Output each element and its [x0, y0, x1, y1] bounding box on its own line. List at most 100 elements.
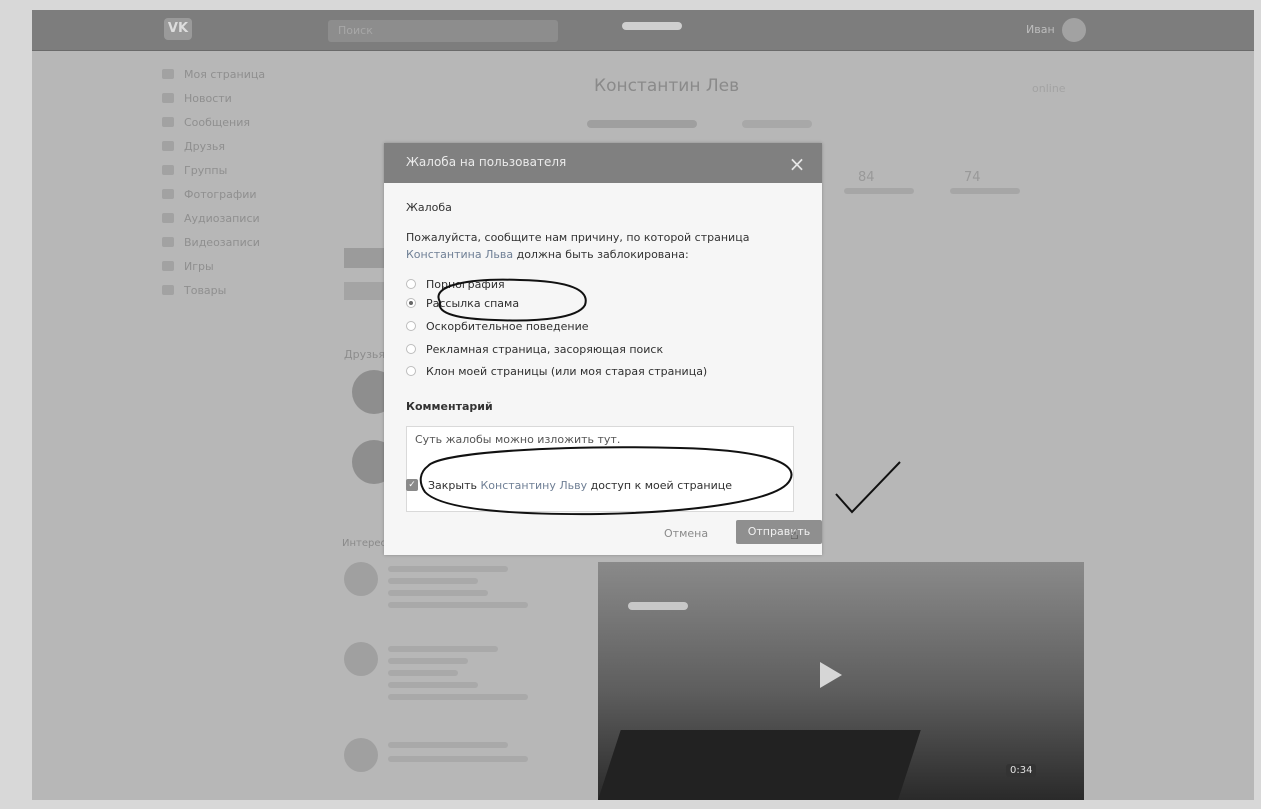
games-icon — [162, 261, 174, 271]
sidebar-item-photos[interactable]: Фотографии — [162, 182, 332, 206]
search-input[interactable]: Поиск — [328, 20, 558, 42]
stat-number[interactable]: 84 — [858, 170, 875, 185]
group-name — [388, 590, 488, 596]
group-name — [388, 694, 528, 700]
home-icon — [162, 69, 174, 79]
send-button[interactable]: Отправить — [736, 520, 822, 544]
radio-button[interactable] — [406, 321, 416, 331]
comment-textarea[interactable]: Суть жалобы можно изложить тут. — [406, 426, 794, 512]
option-label: Оскорбительное поведение — [426, 319, 589, 333]
radio-button[interactable] — [406, 366, 416, 376]
group-name — [388, 658, 468, 664]
group-name — [388, 566, 508, 572]
profile-link[interactable]: Константину Льву — [481, 479, 588, 492]
sidebar-item-label: Видеозаписи — [184, 235, 260, 249]
group-name — [388, 578, 478, 584]
notification-icon[interactable] — [622, 22, 682, 30]
vk-logo[interactable]: VK — [164, 18, 192, 40]
sidebar-item-label: Моя страница — [184, 67, 266, 81]
comment-text: Суть жалобы можно изложить тут. — [415, 433, 621, 446]
group-name — [388, 646, 498, 652]
profile-status: online — [1032, 82, 1066, 95]
group-avatar — [344, 562, 378, 596]
stat-label — [950, 188, 1020, 194]
sidebar-item-label: Друзья — [184, 139, 226, 153]
sidebar-item-label: Фотографии — [184, 187, 257, 201]
stat-label — [844, 188, 914, 194]
option-label: Рекламная страница, засоряющая поиск — [426, 342, 664, 356]
sidebar-item-label: Сообщения — [184, 115, 251, 129]
sidebar-item-my-page[interactable]: Моя страница — [162, 62, 332, 86]
reason-option-advertising[interactable]: Рекламная страница, засоряющая поиск — [406, 340, 663, 358]
profile-link[interactable]: Константина Льва — [406, 248, 513, 261]
video-overlay-mark — [628, 602, 688, 610]
option-label: Порнография — [426, 277, 505, 291]
complaint-prompt: Пожалуйста, сообщите нам причину, по кот… — [406, 229, 806, 263]
reason-option-pornography[interactable]: Порнография — [406, 275, 505, 293]
sidebar-item-messages[interactable]: Сообщения — [162, 110, 332, 134]
video-icon — [162, 237, 174, 247]
complaint-section-label: Жалоба — [406, 201, 452, 214]
sidebar-item-label: Игры — [184, 259, 214, 273]
option-label: Клон моей страницы (или моя старая стран… — [426, 364, 708, 378]
photo-icon — [162, 189, 174, 199]
avatar[interactable] — [1062, 18, 1086, 42]
goods-icon — [162, 285, 174, 295]
top-bar: VK Поиск Иван — [32, 10, 1254, 51]
sidebar-item-label: Товары — [184, 283, 227, 297]
checkbox-checked[interactable]: ✓ — [406, 479, 418, 491]
dialog-title: Жалоба на пользователя — [406, 155, 567, 169]
reason-option-spam[interactable]: Рассылка спама — [406, 294, 519, 312]
checkbox-label: Закрыть — [428, 478, 477, 492]
list-item[interactable] — [344, 738, 554, 778]
sidebar-item-games[interactable]: Игры — [162, 254, 332, 278]
profile-info-line — [587, 120, 697, 128]
close-icon[interactable]: × — [784, 151, 810, 177]
radio-button[interactable] — [406, 279, 416, 289]
video-duration: 0:34 — [1006, 764, 1037, 777]
group-name — [388, 670, 458, 676]
sidebar-item-groups[interactable]: Группы — [162, 158, 332, 182]
checkbox-label: доступ к моей странице — [590, 478, 732, 492]
group-name — [388, 756, 528, 762]
user-name[interactable]: Иван — [1026, 23, 1055, 36]
sidebar-item-video[interactable]: Видеозаписи — [162, 230, 332, 254]
option-label: Рассылка спама — [426, 296, 520, 310]
group-name — [388, 742, 508, 748]
list-item[interactable] — [344, 562, 554, 632]
report-user-dialog: Жалоба на пользователя × Жалоба Пожалуйс… — [384, 143, 822, 555]
hand-cursor-icon: ☝ — [790, 527, 799, 543]
prompt-text: должна быть заблокирована: — [516, 248, 689, 261]
radio-button[interactable] — [406, 344, 416, 354]
message-icon — [162, 117, 174, 127]
sidebar-item-news[interactable]: Новости — [162, 86, 332, 110]
sidebar-item-goods[interactable]: Товары — [162, 278, 332, 302]
stat-number[interactable]: 74 — [964, 170, 981, 185]
news-icon — [162, 93, 174, 103]
comment-label: Комментарий — [406, 400, 493, 413]
sidebar-item-audio[interactable]: Аудиозаписи — [162, 206, 332, 230]
group-name — [388, 602, 528, 608]
profile-info-line — [742, 120, 812, 128]
cancel-button[interactable]: Отмена — [664, 527, 708, 540]
video-frame-floor — [598, 730, 921, 800]
profile-name: Константин Лев — [594, 76, 740, 96]
friends-icon — [162, 141, 174, 151]
prompt-text: Пожалуйста, сообщите нам причину, по кот… — [406, 231, 750, 244]
block-access-checkbox-row[interactable]: ✓ Закрыть Константину Льву доступ к моей… — [406, 476, 732, 494]
reason-option-clone[interactable]: Клон моей страницы (или моя старая стран… — [406, 362, 707, 380]
sidebar: Моя страница Новости Сообщения Друзья Гр… — [162, 62, 332, 302]
radio-button-selected[interactable] — [406, 298, 416, 308]
music-icon — [162, 213, 174, 223]
group-avatar — [344, 738, 378, 772]
groups-icon — [162, 165, 174, 175]
search-placeholder: Поиск — [338, 24, 373, 37]
play-icon[interactable] — [820, 662, 842, 688]
sidebar-item-friends[interactable]: Друзья — [162, 134, 332, 158]
reason-option-insult[interactable]: Оскорбительное поведение — [406, 317, 589, 335]
friends-title: Друзья — [344, 348, 386, 361]
list-item[interactable] — [344, 642, 554, 722]
group-name — [388, 682, 478, 688]
group-avatar — [344, 642, 378, 676]
dialog-header: Жалоба на пользователя × — [384, 143, 822, 183]
